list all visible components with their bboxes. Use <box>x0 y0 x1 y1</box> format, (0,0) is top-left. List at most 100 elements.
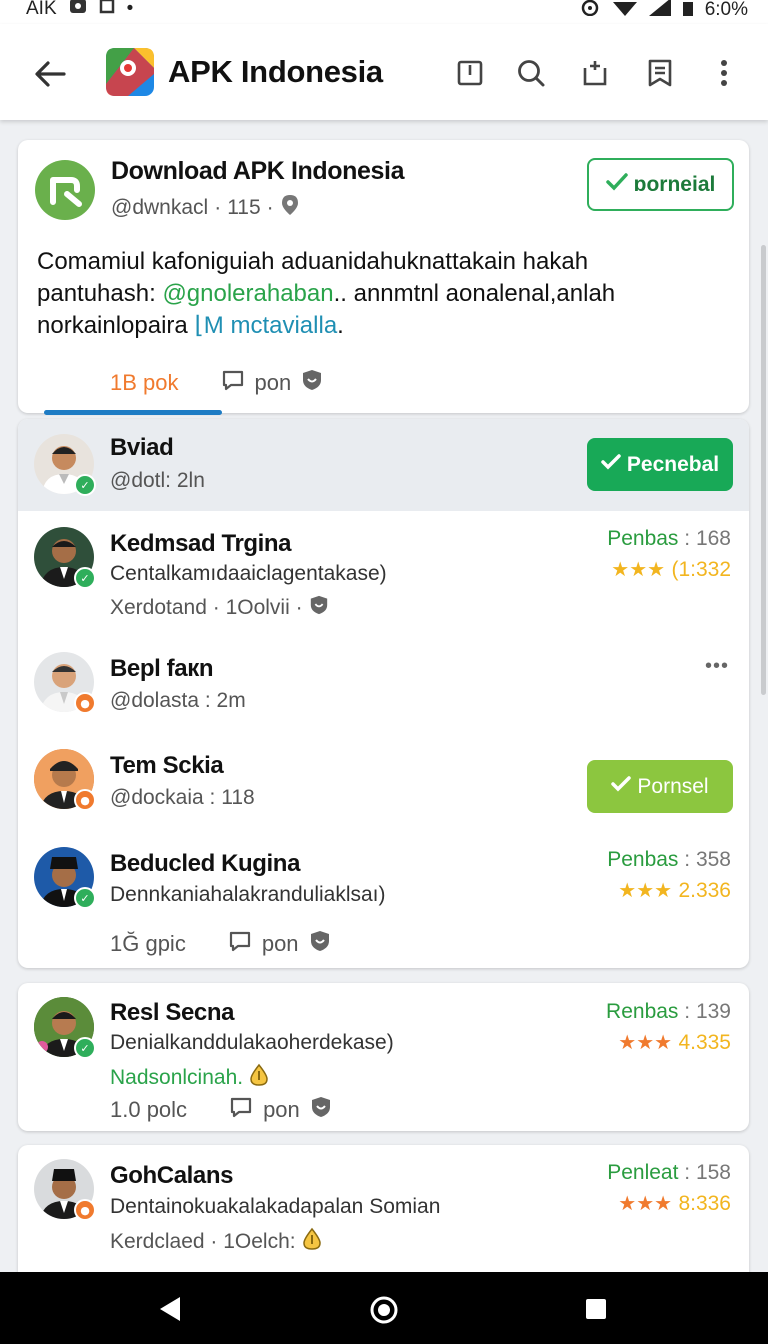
wifi-icon <box>612 0 637 22</box>
rating-value: (1:332 <box>671 558 731 581</box>
meta-separator: · <box>266 196 274 219</box>
heart-shield-icon[interactable] <box>310 1095 332 1125</box>
home-circle-icon[interactable] <box>369 1295 399 1330</box>
more-vertical-icon[interactable] <box>712 58 736 88</box>
avatar[interactable]: ✓ <box>34 997 96 1059</box>
user-status: Nadsonlcinah. <box>110 1063 269 1093</box>
post-link-icon: ⌊M <box>194 312 231 339</box>
user-meta-text: Kerdclaed · 1Oelch: <box>110 1230 296 1253</box>
verified-badge-icon: ✓ <box>74 474 96 496</box>
more-horizontal-icon[interactable]: ••• <box>705 655 729 678</box>
post-handle: @dwnkacl <box>111 196 209 219</box>
user-meta: Kerdclaed · 1Oelch: <box>110 1227 322 1257</box>
list-bookmark-icon[interactable] <box>645 58 675 88</box>
post-body-text: pantuhash: <box>37 280 163 307</box>
user-actions: 1.0 polc pon <box>110 1095 332 1125</box>
app-title: APK Indonesia <box>168 54 383 89</box>
back-triangle-icon[interactable] <box>158 1296 182 1327</box>
bookmark-square-icon[interactable] <box>455 58 485 88</box>
rating-stars: ★★★ 2.336 <box>618 878 731 903</box>
check-icon <box>601 453 621 477</box>
comments-label[interactable]: pon <box>262 931 299 957</box>
post-card: Download APK Indonesia @dwnkacl · 115 · … <box>18 140 749 415</box>
post-body-link[interactable]: mctavialla <box>230 312 337 339</box>
battery-text: 6:0% <box>704 0 748 20</box>
post-avatar <box>35 160 95 220</box>
user-name[interactable]: GohCalans <box>110 1162 233 1190</box>
follow-button[interactable]: ɒorneial <box>587 158 734 211</box>
share-tray-icon[interactable] <box>580 58 610 88</box>
follow-button-label: Pornsel <box>637 774 709 798</box>
user-description: Dentainokuakalakadapalan Somian <box>110 1195 441 1218</box>
status-badge-icon: ● <box>74 789 96 811</box>
scrollbar[interactable] <box>761 245 766 695</box>
heart-shield-icon[interactable] <box>309 929 331 959</box>
likes-count[interactable]: 1.0 polc <box>110 1097 187 1123</box>
avatar[interactable]: ✓ <box>34 847 96 909</box>
user-name[interactable]: Kedmsad Trgina <box>110 530 292 558</box>
user-status-text: Nadsonlcinah. <box>110 1066 244 1089</box>
app-bar: APK Indonesia <box>0 24 768 120</box>
likes-count[interactable]: 1Ğ gpic <box>110 931 186 957</box>
avatar[interactable]: ● <box>34 652 96 714</box>
heart-shield-icon[interactable] <box>301 368 323 398</box>
comment-icon[interactable] <box>221 368 245 398</box>
follow-button[interactable]: Pornsel <box>587 760 733 813</box>
back-arrow-icon[interactable] <box>30 54 70 94</box>
rating-count: 358 <box>695 848 731 871</box>
rating-summary: Penbas : 358 <box>607 848 731 871</box>
verified-badge-icon: ✓ <box>74 567 96 589</box>
verified-badge-icon: ✓ <box>74 887 96 909</box>
user-handle: @dotl: 2ln <box>110 469 205 492</box>
avatar[interactable]: ✓ <box>34 527 96 589</box>
user-name[interactable]: Tem Sckia <box>110 752 224 780</box>
rating-stars: ★★★ 4.335 <box>618 1030 731 1055</box>
meta-separator: · <box>214 196 222 219</box>
post-body-line-2: pantuhash: @gnolerahaban.. annmtnl aonal… <box>37 278 737 310</box>
system-nav-bar <box>0 1272 768 1344</box>
search-icon[interactable] <box>516 58 546 88</box>
comment-icon[interactable] <box>229 1095 253 1125</box>
post-meta-count: 115 <box>227 196 261 219</box>
post-mention-link[interactable]: @gnolerahaban <box>162 280 333 307</box>
notification-icon <box>69 0 87 20</box>
location-pin-icon <box>280 194 300 222</box>
user-actions: 1Ğ gpic pon <box>110 929 331 959</box>
likes-count[interactable]: 1B pok <box>110 370 179 396</box>
post-meta: @dwnkacl · 115 · <box>111 194 300 222</box>
check-icon <box>605 172 628 198</box>
post-title: Download APK Indonesia <box>111 157 405 185</box>
status-bar: AIK • 6:0% <box>0 0 768 24</box>
user-card: ● GohCalans Dentainokuakalakadapalan Som… <box>18 1145 749 1285</box>
user-name[interactable]: Bepl faкn <box>110 655 213 683</box>
verified-badge-icon: ✓ <box>74 1037 96 1059</box>
status-badge-icon: ● <box>74 692 96 714</box>
user-description: Denialkanddulakaoherdekase) <box>110 1031 394 1054</box>
rating-count: 158 <box>695 1161 731 1184</box>
avatar[interactable]: ● <box>34 749 96 811</box>
rating-label: Penbas <box>607 848 679 871</box>
recents-square-icon[interactable] <box>585 1298 607 1325</box>
square-notification-icon <box>99 0 115 20</box>
comments-label[interactable]: pon <box>263 1097 300 1123</box>
follow-button[interactable]: Pecnebal <box>587 438 733 491</box>
avatar[interactable]: ✓ <box>34 434 96 496</box>
post-body-text: .. annmtnl aonalenal,anlah <box>333 280 616 307</box>
rating-summary: Penbas : 168 <box>607 527 731 550</box>
rating-stars: ★★★ (1:332 <box>611 557 731 582</box>
post-body-text: norkainlopaira <box>37 312 195 339</box>
comment-icon[interactable] <box>228 929 252 959</box>
signal-icon <box>648 0 671 22</box>
check-icon <box>611 775 632 799</box>
user-name[interactable]: Resl Secna <box>110 999 234 1027</box>
user-handle: @dolasta : 2m <box>110 689 246 712</box>
comments-label[interactable]: pon <box>255 370 292 396</box>
user-name[interactable]: Bviad <box>110 434 174 462</box>
alarm-icon <box>579 0 601 22</box>
carrier-text: AIK <box>26 0 57 19</box>
post-body-text: . <box>337 312 344 339</box>
avatar[interactable]: ● <box>34 1159 96 1221</box>
follow-button-label: Pecnebal <box>626 452 720 476</box>
star-icons: ★★★ <box>611 557 666 581</box>
user-name[interactable]: Beducled Kugina <box>110 850 300 878</box>
